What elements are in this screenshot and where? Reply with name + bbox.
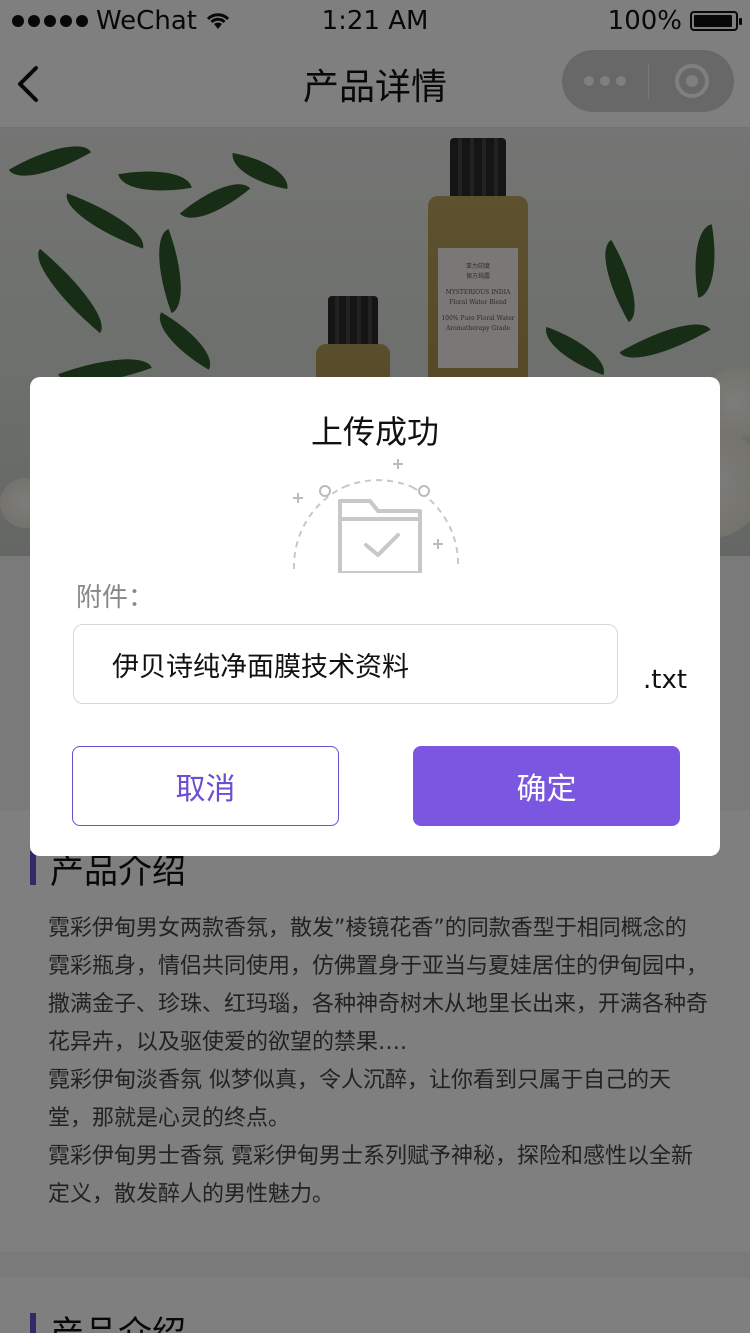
- file-name-input[interactable]: 伊贝诗纯净面膜技术资料: [73, 624, 618, 704]
- file-name-text: 伊贝诗纯净面膜技术资料: [112, 651, 409, 683]
- cancel-button[interactable]: 取消: [72, 746, 339, 826]
- folder-check-icon: [292, 459, 460, 573]
- upload-success-dialog: 上传成功 附件： 伊贝诗纯净面膜技术资料 .txt 取消 确定: [30, 377, 720, 856]
- confirm-button[interactable]: 确定: [413, 746, 680, 826]
- file-extension: .txt: [643, 665, 688, 695]
- attachment-label: 附件：: [76, 583, 155, 613]
- dialog-title: 上传成功: [310, 413, 439, 451]
